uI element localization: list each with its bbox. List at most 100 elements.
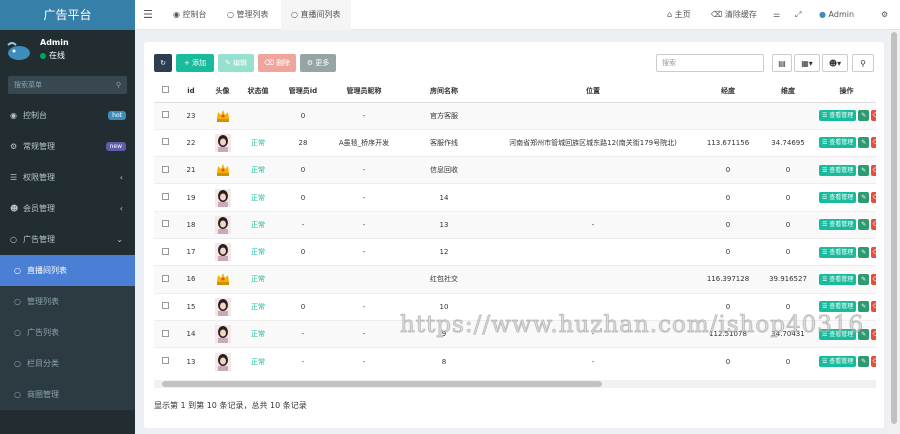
tab-live-rooms[interactable]: ○ 直播间列表 [281,0,351,30]
cell-avatar [206,292,239,321]
sidebar-subitem-manage-list[interactable]: ○ 管理列表 [0,286,135,317]
delete-row-button[interactable]: ⌫ [871,246,876,258]
view-manage-button[interactable]: ☰ 查看管理 [819,192,857,204]
table-row[interactable]: 18正常--13-00☰ 查看管理✎⌫ [154,210,876,239]
sidebar-item-members[interactable]: ☻ 会员管理 ‹ [0,193,135,224]
col-longitude[interactable]: 经度 [697,80,759,103]
menu-toggle-icon[interactable]: ☰ [143,0,153,30]
select-all-checkbox[interactable] [154,80,176,103]
view-manage-button[interactable]: ☰ 查看管理 [819,219,857,231]
sidebar-subitem-category[interactable]: ○ 栏目分类 [0,348,135,379]
delete-row-button[interactable]: ⌫ [871,110,876,122]
sidebar: 广告平台 Admin 在线 搜索菜单 ⚲ ◉ 控制台 hot ⚙ 常规管理 new ☰ 权限… [0,0,135,434]
edit-row-button[interactable]: ✎ [858,356,870,368]
row-checkbox[interactable] [154,292,176,321]
row-checkbox[interactable] [154,101,176,130]
edit-row-button[interactable]: ✎ [858,219,870,231]
sidebar-item-dashboard[interactable]: ◉ 控制台 hot [0,100,135,131]
refresh-button[interactable]: ↻ [154,54,172,72]
add-button[interactable]: + 添加 [176,54,214,72]
delete-row-button[interactable]: ⌫ [871,301,876,313]
view-manage-button[interactable]: ☰ 查看管理 [819,164,857,176]
table-row[interactable]: 23 0-官方客服 ☰ 查看管理 ✎ ⌫ [154,101,876,130]
edit-row-button[interactable]: ✎ [858,273,870,285]
home-link[interactable]: ⌂ 主页 [667,0,691,30]
view-manage-button[interactable]: ☰ 查看管理 [819,273,857,285]
view-manage-button[interactable]: ☰ 查看管理 [819,356,857,368]
table-row[interactable]: 22 正常 28 A虽毯_桥序开发 客服作线 河南省郑州市管城回族区城东路12(南关街17… [154,128,876,157]
cell-actions: ☰ 查看管理 ✎ ⌫ [817,128,876,157]
sidebar-item-ads[interactable]: ○ 广告管理 ⌄ [0,224,135,255]
search-input[interactable]: 搜索 [656,54,764,72]
delete-row-button[interactable]: ⌫ [871,192,876,204]
delete-row-button[interactable]: ⌫ [871,137,876,149]
view-manage-button[interactable]: ☰ 查看管理 [819,246,857,258]
horizontal-scrollbar[interactable] [154,380,876,388]
view-manage-button[interactable]: ☰ 查看管理 [819,301,857,313]
search-icon[interactable]: ⚲ [852,54,874,72]
table-row[interactable]: 17正常0-1200☰ 查看管理✎⌫ [154,237,876,266]
menu-search-input[interactable]: 搜索菜单 ⚲ [8,76,127,94]
more-button[interactable]: ⚙ 更多 [300,54,336,72]
vertical-scrollbar[interactable] [888,30,900,434]
row-checkbox[interactable] [154,156,176,184]
table-row[interactable]: 21正常0-信息回收00☰ 查看管理✎⌫ [154,156,876,184]
row-checkbox[interactable] [154,183,176,212]
row-checkbox[interactable] [154,128,176,157]
fullscreen-icon[interactable]: ⤢ [795,0,801,30]
cell-avatar [206,210,239,239]
cell-actions: ☰ 查看管理 ✎ ⌫ [817,183,876,212]
delete-row-button[interactable]: ⌫ [871,164,876,176]
col-latitude[interactable]: 维度 [759,80,817,103]
delete-row-button[interactable]: ⌫ [871,219,876,231]
col-id[interactable]: id [176,80,206,103]
view-manage-button[interactable]: ☰ 查看管理 [819,110,857,122]
col-status[interactable]: 状态值 [239,80,277,103]
edit-row-button[interactable]: ✎ [858,137,870,149]
sidebar-subitem-business[interactable]: ○ 商圈管理 [0,379,135,410]
row-checkbox[interactable] [154,265,176,294]
cell-actions: ☰ 查看管理 ✎ ⌫ [817,237,876,266]
pencil-icon: ✎ [861,112,867,120]
export-button[interactable]: ▤ [772,54,792,72]
language-icon[interactable]: ⚌ [773,0,780,30]
row-checkbox[interactable] [154,210,176,239]
columns-button[interactable]: ▦▾ [794,54,820,72]
cell-id: 18 [176,210,206,239]
col-location[interactable]: 位置 [489,80,697,103]
col-room-name[interactable]: 房间名称 [399,80,489,103]
edit-row-button[interactable]: ✎ [858,246,870,258]
col-admin-name[interactable]: 管理员昵称 [329,80,399,103]
tab-manage-list[interactable]: ○ 管理列表 [219,0,277,30]
filter-button[interactable]: ☻▾ [822,54,848,72]
col-admin-id[interactable]: 管理员id [277,80,329,103]
table-row[interactable]: 19正常0-1400☰ 查看管理✎⌫ [154,183,876,212]
avatar [7,42,30,60]
tab-dashboard[interactable]: ◉ 控制台 [165,0,215,30]
edit-row-button[interactable]: ✎ [858,192,870,204]
row-checkbox[interactable] [154,237,176,266]
user-menu[interactable]: ● Admin [819,0,854,30]
table-row[interactable]: 16 正常 红包社交 116.39712839.916527☰ 查看管理 ✎ ⌫ [154,265,876,294]
delete-row-button[interactable]: ⌫ [871,328,876,340]
row-checkbox[interactable] [154,347,176,375]
delete-row-button[interactable]: ⌫ [871,273,876,285]
table-row[interactable]: 13正常--8-00☰ 查看管理✎⌫ [154,347,876,375]
edit-row-button[interactable]: ✎ [858,301,870,313]
edit-button[interactable]: ✎ 编辑 [218,54,254,72]
view-manage-button[interactable]: ☰ 查看管理 [819,137,857,149]
cell-room: 红包社交 [399,265,489,294]
edit-row-button[interactable]: ✎ [858,164,870,176]
brand-logo[interactable]: 广告平台 [0,0,135,30]
sidebar-subitem-ad-list[interactable]: ○ 广告列表 [0,317,135,348]
sidebar-subitem-live-rooms[interactable]: ○ 直播间列表 [0,255,135,286]
edit-row-button[interactable]: ✎ [858,110,870,122]
user-status: 在线 [40,50,65,61]
sidebar-item-auth[interactable]: ☰ 权限管理 ‹ [0,162,135,193]
delete-button[interactable]: ⌫ 删除 [258,54,296,72]
clear-cache-button[interactable]: ⌫ 清除缓存 [711,0,757,30]
delete-row-button[interactable]: ⌫ [871,356,876,368]
row-checkbox[interactable] [154,319,176,348]
sidebar-item-general[interactable]: ⚙ 常规管理 new [0,131,135,162]
settings-icon[interactable]: ⚙ [881,0,888,30]
